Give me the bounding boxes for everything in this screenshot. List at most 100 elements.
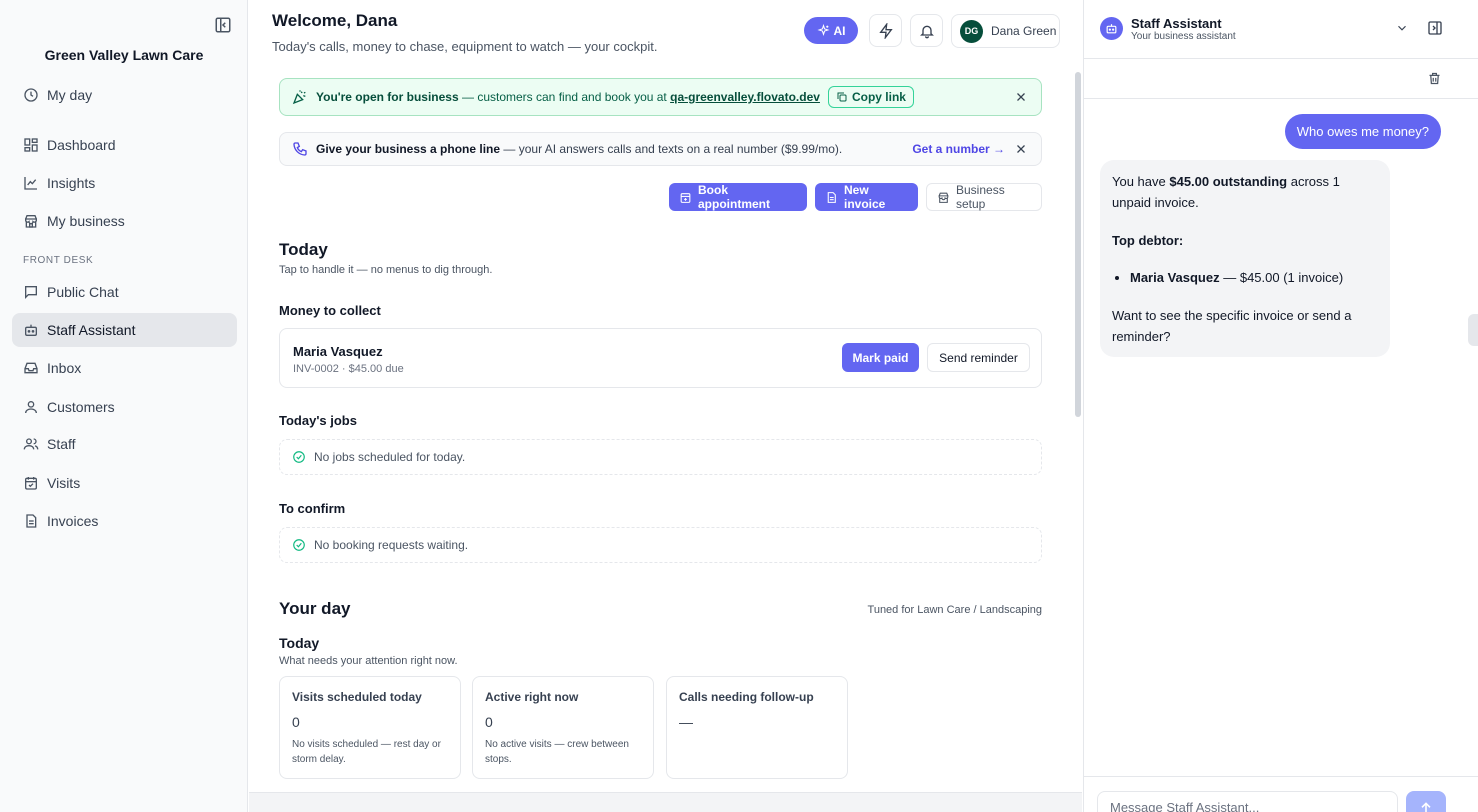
reply-paragraph: Top debtor: — [1112, 231, 1378, 252]
copy-link-button[interactable]: Copy link — [827, 86, 914, 108]
reply-text: You have — [1112, 174, 1170, 189]
calendar-plus-icon — [679, 191, 692, 204]
sidebar-collapse-icon[interactable] — [214, 16, 232, 34]
sidebar-item-dashboard[interactable]: Dashboard — [12, 128, 237, 162]
stat-label: Visits scheduled today — [292, 690, 422, 704]
sidebar-item-invoices[interactable]: Invoices — [12, 504, 237, 538]
store-icon — [937, 191, 950, 204]
panel-collapse-icon[interactable] — [1427, 20, 1443, 36]
money-to-collect-title: Money to collect — [279, 303, 381, 318]
bot-icon — [23, 322, 39, 338]
reply-bold: $45.00 outstanding — [1169, 174, 1288, 189]
quick-actions-button[interactable] — [869, 14, 902, 47]
sidebar-item-inbox[interactable]: Inbox — [12, 351, 237, 385]
avatar: DG — [960, 19, 983, 43]
brand-name: Green Valley Lawn Care — [44, 47, 204, 63]
stat-card-calls-follow-up[interactable]: Calls needing follow-up — — [666, 676, 848, 779]
sidebar-item-my-day[interactable]: My day — [12, 78, 237, 112]
send-reminder-button[interactable]: Send reminder — [927, 343, 1030, 372]
panel-title: Staff Assistant — [1131, 16, 1222, 31]
panel-toolbar — [1084, 59, 1478, 99]
close-icon[interactable] — [1015, 91, 1027, 103]
top-debtor-label: Top debtor: — [1112, 232, 1184, 248]
today-section-subtitle: Tap to handle it — no menus to dig throu… — [279, 264, 493, 276]
main-scrollbar[interactable] — [1075, 72, 1081, 417]
stat-label: Calls needing follow-up — [679, 690, 814, 704]
list-item: Maria Vasquez — $45.00 (1 invoice) — [1130, 268, 1378, 289]
user-message: Who owes me money? — [1284, 114, 1441, 149]
message-input[interactable]: Message Staff Assistant... — [1097, 791, 1398, 812]
sidebar-item-staff[interactable]: Staff — [12, 427, 237, 461]
money-item-card: Maria Vasquez INV-0002 · $45.00 due Mark… — [279, 328, 1042, 388]
close-icon[interactable] — [1015, 143, 1027, 155]
sidebar-item-label: Public Chat — [47, 284, 119, 300]
sidebar-item-label: Customers — [47, 399, 115, 415]
ai-button[interactable]: AI — [804, 17, 858, 44]
stat-value: — — [679, 714, 693, 730]
store-icon — [23, 213, 39, 229]
stat-card-active-now[interactable]: Active right now 0 No active visits — cr… — [472, 676, 654, 779]
trash-icon[interactable] — [1427, 71, 1442, 86]
file-icon — [23, 513, 39, 529]
sidebar-item-public-chat[interactable]: Public Chat — [12, 275, 237, 309]
empty-text: No jobs scheduled for today. — [314, 450, 466, 464]
today-section-title: Today — [279, 240, 328, 259]
open-for-business-banner: You're open for business — customers can… — [279, 78, 1042, 116]
page-subtitle: Today's calls, money to chase, equipment… — [272, 39, 658, 54]
check-circle-icon — [292, 450, 306, 464]
sidebar-item-visits[interactable]: Visits — [12, 466, 237, 500]
empty-text: No booking requests waiting. — [314, 538, 469, 552]
tuned-for-label: Tuned for Lawn Care / Landscaping — [867, 604, 1042, 616]
your-day-title: Your day — [279, 599, 351, 618]
new-invoice-button[interactable]: New invoice — [815, 183, 918, 211]
jobs-empty-state: No jobs scheduled for today. — [279, 439, 1042, 475]
book-appointment-button[interactable]: Book appointment — [669, 183, 807, 211]
business-setup-button[interactable]: Business setup — [926, 183, 1042, 211]
main-content: Welcome, Dana Today's calls, money to ch… — [249, 0, 1082, 812]
sidebar-item-insights[interactable]: Insights — [12, 166, 237, 200]
to-confirm-title: To confirm — [279, 501, 346, 516]
sidebar-item-label: Invoices — [47, 513, 99, 529]
get-number-link[interactable]: Get a number → — [912, 142, 1005, 156]
user-menu-button[interactable]: DG Dana Green — [951, 14, 1060, 48]
sidebar-item-label: Visits — [47, 475, 81, 491]
copy-link-label: Copy link — [851, 90, 906, 104]
bell-icon — [919, 23, 935, 39]
sidebar-item-customers[interactable]: Customers — [12, 390, 237, 424]
page-title: Welcome, Dana — [272, 11, 398, 30]
sidebar-item-my-business[interactable]: My business — [12, 204, 237, 238]
booking-link[interactable]: qa-greenvalley.flovato.dev — [670, 90, 820, 104]
panel-header: Staff Assistant Your business assistant — [1084, 0, 1478, 59]
chart-line-icon — [23, 175, 39, 191]
stat-description: No visits scheduled — rest day or storm … — [292, 739, 441, 765]
debtor-detail: — $45.00 (1 invoice) — [1219, 270, 1344, 286]
button-label: New invoice — [844, 183, 886, 211]
stat-card-visits-scheduled[interactable]: Visits scheduled today 0 No visits sched… — [279, 676, 461, 779]
sidebar-item-label: Inbox — [47, 360, 82, 376]
sidebar-item-staff-assistant[interactable]: Staff Assistant — [12, 313, 237, 347]
calendar-check-icon — [23, 475, 39, 491]
sidebar-item-label: Insights — [47, 175, 96, 191]
stat-value: 0 — [485, 714, 493, 730]
banner-title: Give your business a phone line — [316, 142, 501, 156]
user-name: Dana Green — [991, 24, 1057, 38]
banner-text: — customers can find and book you at — [458, 90, 671, 104]
party-popper-icon — [292, 89, 308, 105]
chevron-down-icon[interactable] — [1395, 21, 1409, 35]
composer: Message Staff Assistant... — [1084, 776, 1478, 812]
notifications-button[interactable] — [910, 14, 943, 47]
banner-text: — your AI answers calls and texts on a r… — [500, 142, 843, 156]
users-icon — [23, 436, 39, 452]
mark-paid-button[interactable]: Mark paid — [842, 343, 919, 372]
send-button[interactable] — [1406, 791, 1446, 812]
panel-resize-handle[interactable] — [1468, 314, 1478, 346]
button-label: Business setup — [956, 183, 1005, 211]
arrow-up-icon — [1418, 800, 1434, 812]
sparkles-icon — [816, 24, 830, 37]
clock-icon — [23, 87, 39, 103]
panel-subtitle: Your business assistant — [1131, 31, 1236, 42]
button-label: Book appointment — [698, 183, 770, 211]
invoice-detail: INV-0002 · $45.00 due — [293, 363, 404, 375]
assistant-message: You have $45.00 outstanding across 1 unp… — [1100, 160, 1390, 357]
phone-line-banner: Give your business a phone line — your A… — [279, 132, 1042, 166]
